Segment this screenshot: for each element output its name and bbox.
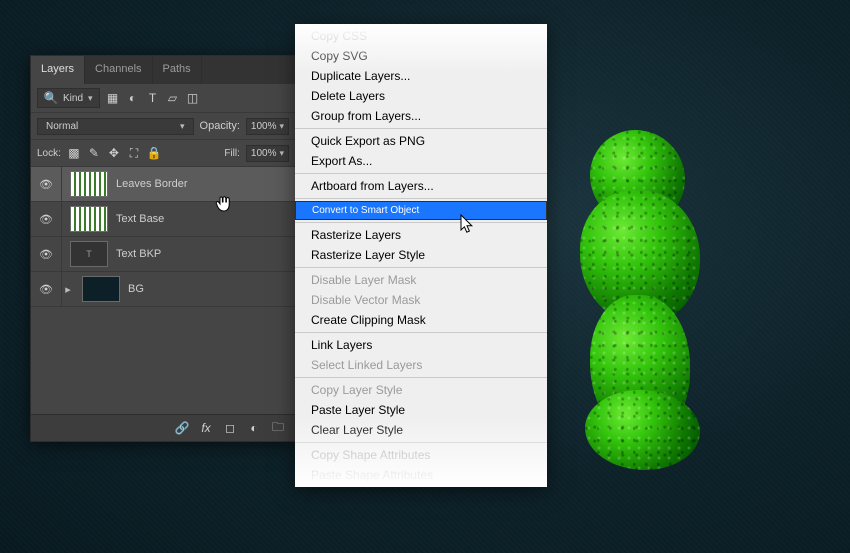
eye-icon: 👁 [39, 213, 53, 226]
tab-paths[interactable]: Paths [153, 56, 202, 84]
fx-icon[interactable]: fx [199, 421, 213, 435]
lock-pixels-icon[interactable]: ✎ [87, 146, 101, 160]
menu-rasterize-style[interactable]: Rasterize Layer Style [295, 245, 547, 265]
menu-paste-layer-style[interactable]: Paste Layer Style [295, 400, 547, 420]
filter-smart-icon[interactable]: ◫ [186, 91, 200, 105]
filter-pixel-icon[interactable]: ▦ [106, 91, 120, 105]
opacity-value: 100% [251, 121, 277, 132]
layer-name: Leaves Border [116, 178, 188, 190]
opacity-label: Opacity: [200, 120, 240, 132]
layer-row-text-base[interactable]: 👁 Text Base [31, 202, 295, 237]
menu-select-linked: Select Linked Layers [295, 355, 547, 375]
eye-icon: 👁 [39, 283, 53, 296]
lock-all-icon[interactable]: 🔒 [147, 146, 161, 160]
visibility-toggle[interactable]: 👁 [31, 167, 62, 201]
menu-quick-export[interactable]: Quick Export as PNG [295, 131, 547, 151]
filter-adjust-icon[interactable]: ◐ [126, 91, 140, 105]
opacity-field[interactable]: 100% ▾ [246, 118, 289, 135]
panel-footer: 🔗 fx ◻ ◐ 🗀 [31, 414, 295, 441]
menu-export-as[interactable]: Export As... [295, 151, 547, 171]
chevron-down-icon: ▾ [180, 121, 185, 132]
menu-duplicate-layers[interactable]: Duplicate Layers... [295, 66, 547, 86]
layer-row-leaves-border[interactable]: 👁 Leaves Border [31, 167, 295, 202]
menu-rasterize-layers[interactable]: Rasterize Layers [295, 225, 547, 245]
layer-row-text-bkp[interactable]: 👁 T Text BKP [31, 237, 295, 272]
eye-icon: 👁 [39, 178, 53, 191]
layers-panel: Layers Channels Paths 🔍 Kind ▾ ▦ ◐ T ▱ ◫… [30, 55, 296, 442]
adjustment-icon[interactable]: ◐ [247, 421, 261, 435]
menu-copy-css: Copy CSS [295, 26, 547, 46]
expand-icon[interactable]: ▸ [62, 283, 74, 296]
visibility-toggle[interactable]: 👁 [31, 272, 62, 306]
lock-label: Lock: [37, 148, 61, 159]
layer-row-bg[interactable]: 👁 ▸ BG [31, 272, 295, 307]
layer-thumb[interactable] [70, 171, 108, 197]
mask-icon[interactable]: ◻ [223, 421, 237, 435]
menu-disable-vector-mask: Disable Vector Mask [295, 290, 547, 310]
layer-filter-row: 🔍 Kind ▾ ▦ ◐ T ▱ ◫ [31, 84, 295, 113]
filter-kind-dropdown[interactable]: 🔍 Kind ▾ [37, 88, 100, 108]
tab-channels[interactable]: Channels [85, 56, 152, 84]
menu-delete-layers[interactable]: Delete Layers [295, 86, 547, 106]
lock-artboard-icon[interactable]: ⛶ [127, 146, 141, 160]
blend-mode-value: Normal [46, 121, 78, 132]
eye-icon: 👁 [39, 248, 53, 261]
layer-name: BG [128, 283, 144, 295]
menu-convert-smart-object[interactable]: Convert to Smart Object [295, 201, 547, 220]
menu-copy-layer-style: Copy Layer Style [295, 380, 547, 400]
context-menu: Copy CSS Copy SVG Duplicate Layers... De… [295, 24, 547, 487]
chevron-down-icon: ▾ [88, 93, 93, 104]
layer-thumb[interactable] [82, 276, 120, 302]
lock-position-icon[interactable]: ✥ [107, 146, 121, 160]
menu-copy-shape-attr: Copy Shape Attributes [295, 445, 547, 465]
tab-layers[interactable]: Layers [31, 56, 85, 84]
visibility-toggle[interactable]: 👁 [31, 237, 62, 271]
menu-group-from-layers[interactable]: Group from Layers... [295, 106, 547, 126]
fill-label: Fill: [224, 148, 240, 159]
canvas-background: Layers Channels Paths 🔍 Kind ▾ ▦ ◐ T ▱ ◫… [0, 0, 850, 553]
link-layers-icon[interactable]: 🔗 [175, 421, 189, 435]
filter-kind-label: Kind [63, 93, 83, 104]
menu-copy-svg[interactable]: Copy SVG [295, 46, 547, 66]
menu-link-layers[interactable]: Link Layers [295, 335, 547, 355]
visibility-toggle[interactable]: 👁 [31, 202, 62, 236]
menu-create-clipping-mask[interactable]: Create Clipping Mask [295, 310, 547, 330]
filter-shape-icon[interactable]: ▱ [166, 91, 180, 105]
menu-clear-layer-style[interactable]: Clear Layer Style [295, 420, 547, 440]
menu-paste-shape-attr: Paste Shape Attributes [295, 465, 547, 485]
layer-name: Text Base [116, 213, 164, 225]
fill-value: 100% [251, 148, 277, 159]
chevron-down-icon: ▾ [279, 148, 284, 159]
fill-field[interactable]: 100% ▾ [246, 145, 289, 162]
group-icon[interactable]: 🗀 [271, 421, 285, 435]
blend-mode-dropdown[interactable]: Normal ▾ [37, 118, 194, 135]
blend-opacity-row: Normal ▾ Opacity: 100% ▾ [31, 113, 295, 140]
filter-type-icon[interactable]: T [146, 91, 160, 105]
search-icon: 🔍 [44, 91, 58, 105]
menu-artboard-from-layers[interactable]: Artboard from Layers... [295, 176, 547, 196]
panel-tabs: Layers Channels Paths [31, 56, 295, 84]
layer-thumb[interactable] [70, 206, 108, 232]
layers-list: 👁 Leaves Border 👁 Text Base 👁 T Text BKP… [31, 167, 295, 307]
layer-name: Text BKP [116, 248, 161, 260]
chevron-down-icon: ▾ [279, 121, 284, 132]
lock-transparency-icon[interactable]: ▩ [67, 146, 81, 160]
menu-disable-layer-mask: Disable Layer Mask [295, 270, 547, 290]
layer-thumb[interactable]: T [70, 241, 108, 267]
lock-fill-row: Lock: ▩ ✎ ✥ ⛶ 🔒 Fill: 100% ▾ [31, 140, 295, 167]
